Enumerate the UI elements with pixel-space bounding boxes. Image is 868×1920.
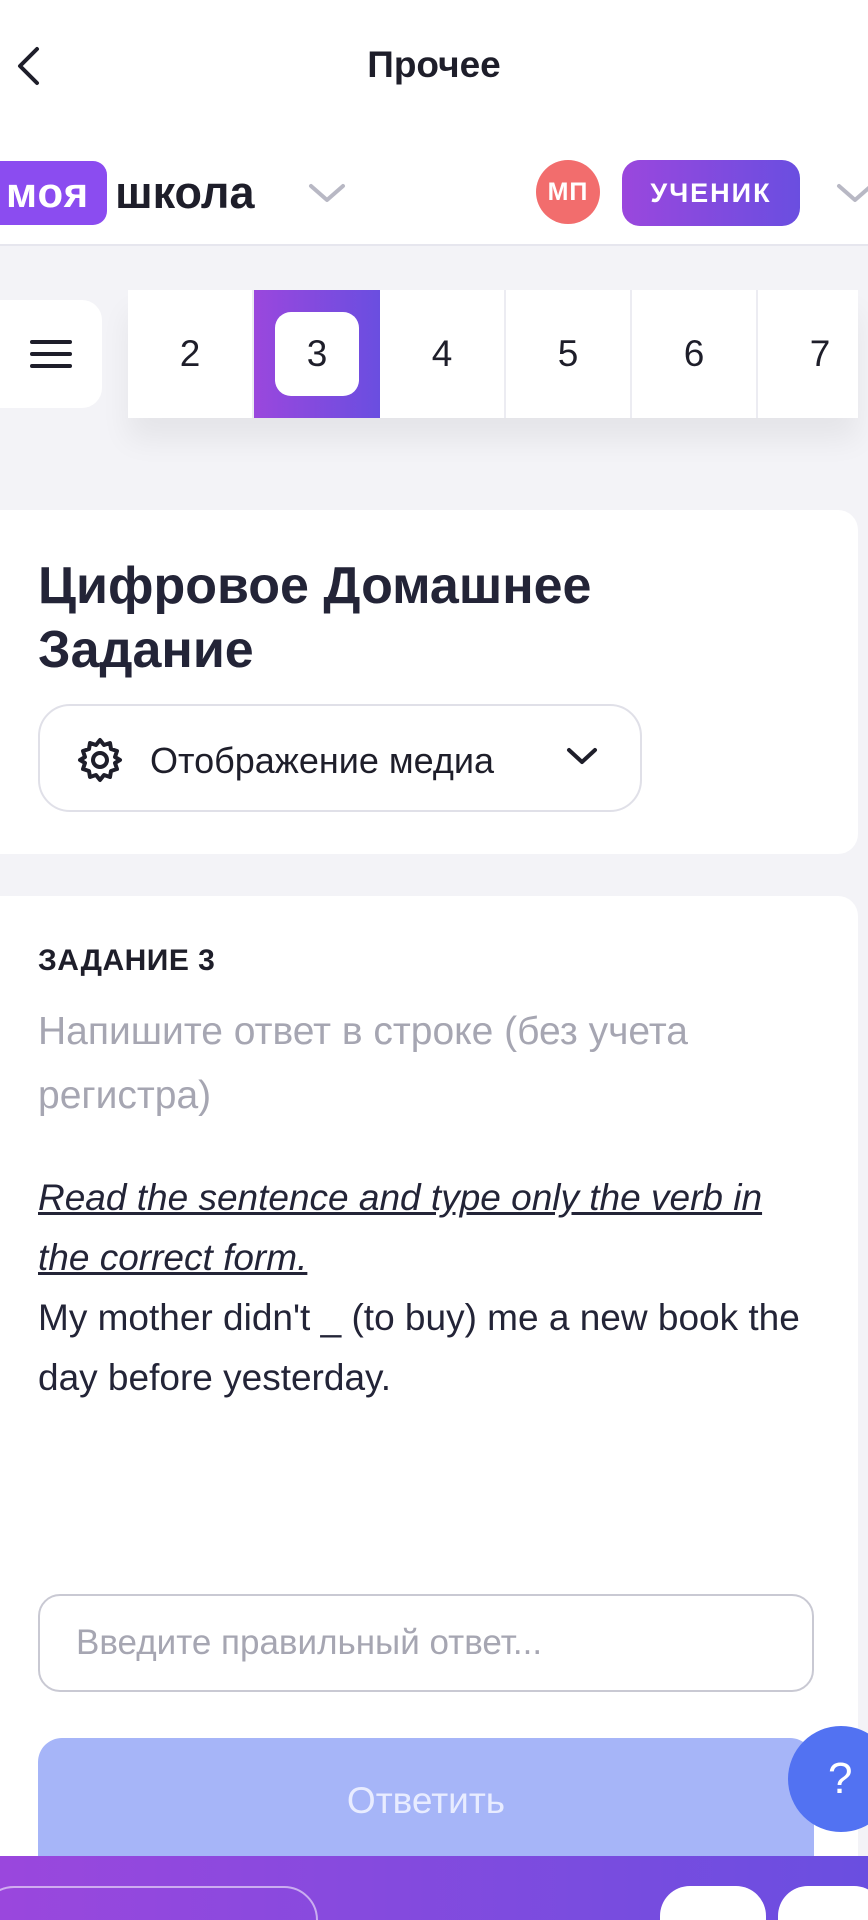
chevron-down-icon bbox=[567, 748, 597, 764]
logo-text: школа bbox=[115, 167, 255, 218]
page-title: Цифровое Домашнее Задание bbox=[38, 557, 592, 679]
bottom-toolbar bbox=[0, 1856, 868, 1920]
menu-button[interactable] bbox=[0, 300, 102, 408]
avatar[interactable]: МП bbox=[536, 160, 600, 224]
page-2[interactable]: 2 bbox=[128, 290, 254, 418]
media-display-dropdown[interactable]: Отображение медиа bbox=[38, 704, 642, 812]
page-5[interactable]: 5 bbox=[506, 290, 632, 418]
page-7[interactable]: 7 bbox=[758, 290, 868, 418]
media-display-label: Отображение медиа bbox=[150, 740, 495, 781]
task-sentence: My mother didn't _ (to buy) me a new boo… bbox=[38, 1297, 800, 1398]
task-number: ЗАДАНИЕ 3 bbox=[38, 944, 216, 977]
nav-title: Прочее bbox=[367, 44, 501, 85]
homework-title-card: Цифровое Домашнее Задание Отображение ме… bbox=[0, 510, 858, 854]
page-4[interactable]: 4 bbox=[380, 290, 506, 418]
page-3-active[interactable]: 3 bbox=[254, 290, 380, 418]
task-pager: 2 3 4 5 6 7 bbox=[128, 290, 858, 418]
logo-badge: моя bbox=[0, 161, 108, 225]
bottom-right-button-1[interactable] bbox=[660, 1886, 766, 1920]
logo[interactable]: моя школа bbox=[0, 160, 255, 226]
task-hint: Напишите ответ в строке (без учета регис… bbox=[38, 1010, 688, 1117]
answer-input[interactable] bbox=[38, 1594, 814, 1692]
role-badge[interactable]: УЧЕНИК bbox=[622, 160, 800, 226]
submit-button[interactable]: Ответить bbox=[38, 1738, 814, 1864]
question-mark-icon: ? bbox=[828, 1754, 853, 1803]
bottom-left-button[interactable] bbox=[0, 1886, 318, 1920]
gear-icon bbox=[78, 738, 122, 782]
top-navigation-bar: Прочее bbox=[0, 0, 868, 130]
page-6[interactable]: 6 bbox=[632, 290, 758, 418]
task-card: ЗАДАНИЕ 3 Напишите ответ в строке (без у… bbox=[0, 896, 858, 1896]
task-instruction: Read the sentence and type only the verb… bbox=[38, 1177, 763, 1278]
chevron-down-icon[interactable] bbox=[308, 182, 346, 204]
chevron-down-icon[interactable] bbox=[836, 182, 868, 204]
app-header: моя школа МП УЧЕНИК bbox=[0, 130, 868, 246]
bottom-right-button-2[interactable] bbox=[778, 1886, 868, 1920]
hamburger-icon bbox=[30, 340, 72, 368]
